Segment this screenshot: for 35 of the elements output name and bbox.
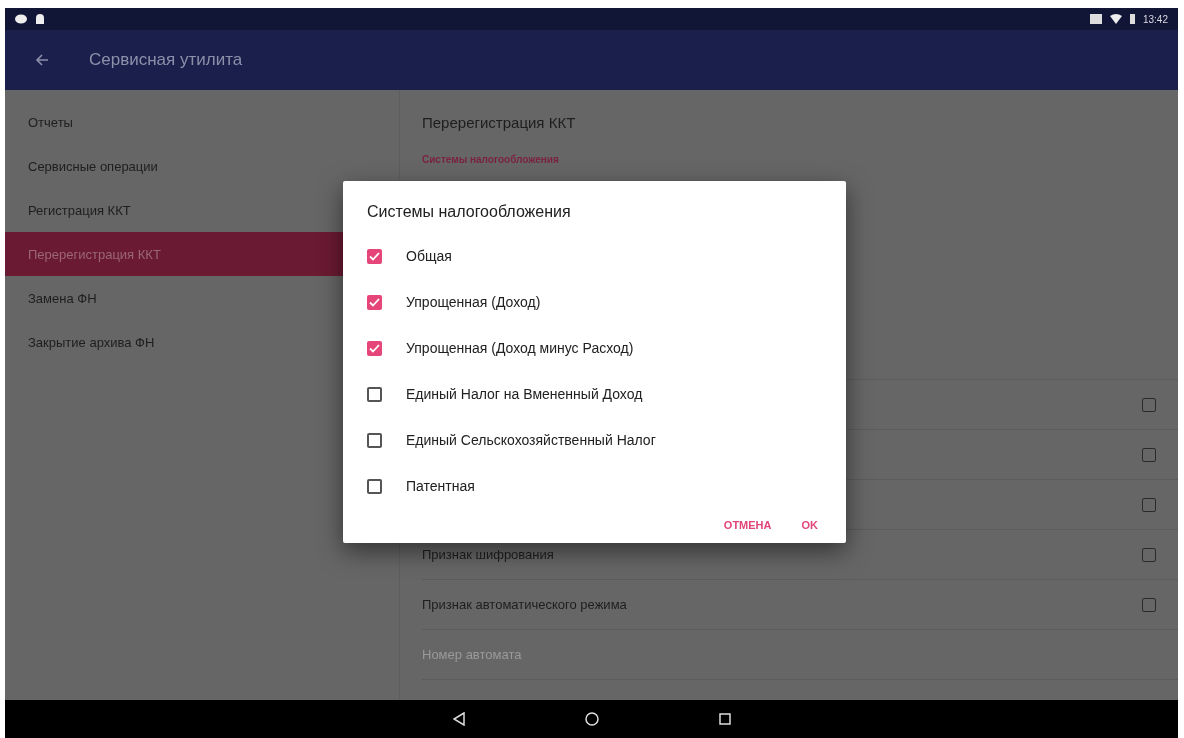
detail-title: Перерегистрация ККТ [422, 112, 577, 133]
chat-icon [15, 14, 27, 24]
sidebar-item[interactable]: Сервисные операции [5, 144, 399, 188]
checkbox[interactable] [1142, 397, 1156, 412]
dialog-title: Системы налогообложения [367, 203, 572, 222]
home-icon[interactable] [584, 712, 599, 726]
checkbox[interactable] [367, 340, 382, 356]
checkbox[interactable] [1142, 597, 1156, 612]
battery-icon [1129, 14, 1135, 24]
option-label: Единый Сельскохозяйственный Налог [406, 432, 656, 448]
option-label: Единый Налог на Вмененный Доход [406, 386, 643, 402]
checkbox[interactable] [367, 432, 382, 448]
wifi-icon [1109, 14, 1122, 24]
clock-time: 13:42 [1142, 13, 1168, 25]
recents-icon[interactable] [718, 713, 731, 725]
option-label: Упрощенная (Доход) [406, 294, 541, 310]
checkbox[interactable] [367, 248, 382, 264]
checkbox[interactable] [1142, 447, 1156, 462]
setting-label: Признак автоматического режима [422, 597, 627, 612]
option-label: Общая [406, 248, 452, 264]
checkbox[interactable] [367, 386, 382, 402]
dialog-button[interactable]: OK [789, 509, 830, 541]
back-icon[interactable] [452, 712, 465, 726]
checkbox[interactable] [367, 478, 382, 494]
app-title: Сервисная утилита [89, 50, 243, 70]
sidebar-item[interactable]: Отчеты [5, 100, 399, 144]
back-arrow-icon[interactable] [35, 54, 49, 66]
section-label: Системы налогообложения [422, 154, 560, 167]
option-label: Упрощенная (Доход минус Расход) [406, 340, 634, 356]
option-label: Патентная [406, 478, 475, 494]
setting-label: Признак шифрования [422, 547, 554, 562]
checkbox[interactable] [1142, 497, 1156, 512]
dialog-button[interactable]: ОТМЕНА [711, 509, 784, 541]
checkbox[interactable] [367, 294, 382, 310]
checkbox[interactable] [1142, 547, 1156, 562]
